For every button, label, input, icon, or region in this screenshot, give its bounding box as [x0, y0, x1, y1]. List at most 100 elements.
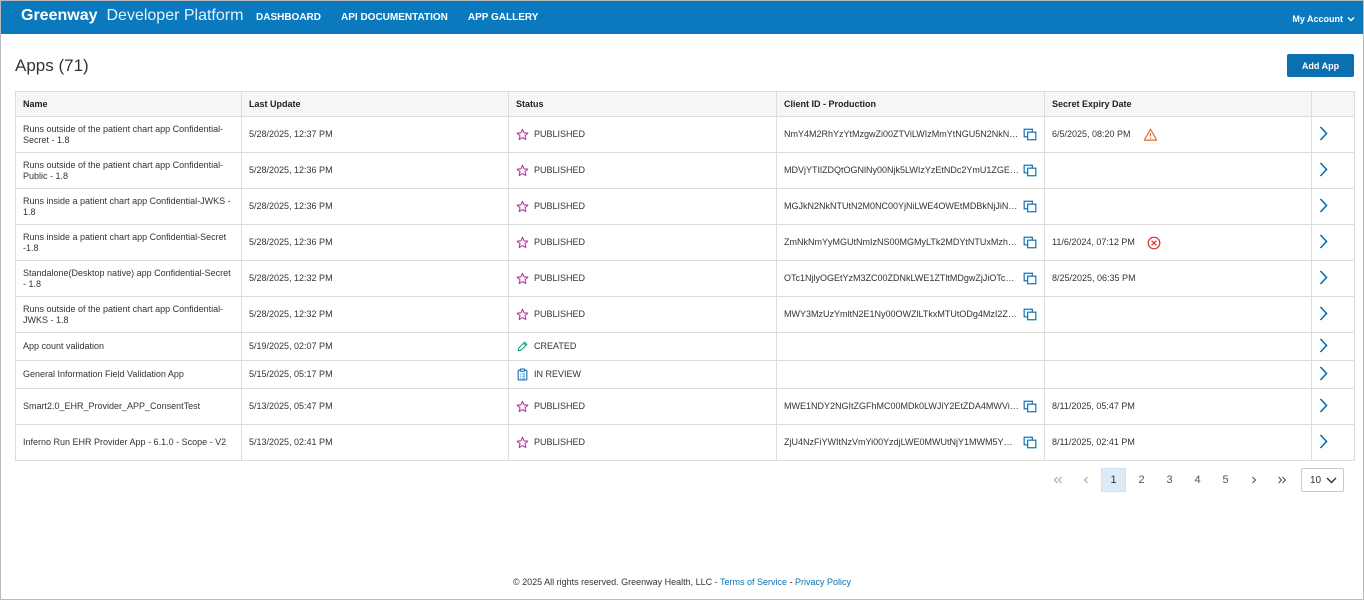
warning-icon	[1143, 128, 1158, 141]
last-update: 5/28/2025, 12:32 PM	[249, 273, 333, 283]
column-header-name[interactable]: Name	[15, 91, 242, 117]
chevron-right-icon[interactable]	[1319, 161, 1328, 177]
table-row[interactable]: Runs inside a patient chart app Confiden…	[15, 224, 1355, 261]
privacy-policy-link[interactable]: Privacy Policy	[795, 577, 851, 587]
star-icon	[516, 236, 529, 249]
chevron-right-icon	[1251, 476, 1256, 484]
table-row[interactable]: Smart2.0_EHR_Provider_APP_ConsentTest 5/…	[15, 388, 1355, 425]
star-icon	[516, 128, 529, 141]
app-name-cell: Smart2.0_EHR_Provider_APP_ConsentTest	[15, 388, 242, 425]
row-action-cell	[1311, 296, 1355, 333]
status-label: PUBLISHED	[534, 237, 586, 247]
client-id: MDVjYTIlZDQtOGNlNy00Njk5LWIzYzEtNDc2YmU1…	[784, 165, 1019, 175]
table-row[interactable]: Runs outside of the patient chart app Co…	[15, 152, 1355, 189]
page-size-value: 10	[1310, 474, 1322, 486]
chevron-right-icon[interactable]	[1319, 397, 1328, 413]
client-id: OTc1NjlyOGEtYzM3ZC00ZDNkLWE1ZTltMDgwZjJi…	[784, 273, 1019, 283]
chevron-right-icon[interactable]	[1319, 337, 1328, 353]
previous-page-button[interactable]	[1073, 468, 1098, 492]
app-name: General Information Field Validation App	[23, 369, 184, 379]
add-app-button[interactable]: Add App	[1287, 54, 1354, 77]
page-button-4[interactable]: 4	[1185, 468, 1210, 492]
page-size-select[interactable]: 10	[1301, 468, 1344, 492]
secret-expiry-date: 6/5/2025, 08:20 PM	[1052, 129, 1131, 139]
chevron-right-icon[interactable]	[1319, 365, 1328, 381]
copy-icon[interactable]	[1023, 236, 1037, 249]
nav-app-gallery[interactable]: APP GALLERY	[468, 12, 539, 23]
secret-expiry-cell	[1044, 152, 1312, 189]
table-row[interactable]: General Information Field Validation App…	[15, 360, 1355, 389]
table-row[interactable]: Runs outside of the patient chart app Co…	[15, 116, 1355, 153]
table-row[interactable]: App count validation 5/19/2025, 02:07 PM…	[15, 332, 1355, 361]
column-header-client-id[interactable]: Client ID - Production	[776, 91, 1045, 117]
star-icon	[516, 272, 529, 285]
my-account-menu[interactable]: My Account	[1292, 14, 1355, 24]
status-label: PUBLISHED	[534, 201, 586, 211]
copy-icon[interactable]	[1023, 436, 1037, 449]
chevron-right-icon[interactable]	[1319, 269, 1328, 285]
brand-logo[interactable]: Greenway Developer Platform	[21, 7, 243, 25]
page-button-2[interactable]: 2	[1129, 468, 1154, 492]
column-header-secret-expiry[interactable]: Secret Expiry Date	[1044, 91, 1312, 117]
last-page-button[interactable]	[1269, 468, 1294, 492]
chevron-right-icon[interactable]	[1319, 233, 1328, 249]
chevron-right-icon[interactable]	[1319, 433, 1328, 449]
last-update: 5/28/2025, 12:37 PM	[249, 129, 333, 139]
star-icon	[516, 164, 529, 177]
next-page-button[interactable]	[1241, 468, 1266, 492]
last-update: 5/13/2025, 02:41 PM	[249, 437, 333, 447]
app-name-cell: App count validation	[15, 332, 242, 361]
status-label: IN REVIEW	[534, 369, 582, 379]
secret-expiry-cell: 6/5/2025, 08:20 PM	[1044, 116, 1312, 153]
my-account-label: My Account	[1292, 14, 1343, 24]
secret-expiry-cell	[1044, 296, 1312, 333]
table-row[interactable]: Runs outside of the patient chart app Co…	[15, 296, 1355, 333]
status-cell: IN REVIEW	[508, 360, 777, 389]
footer-separator: -	[787, 577, 796, 587]
app-name: Runs outside of the patient chart app Co…	[23, 303, 224, 325]
column-header-actions	[1311, 91, 1355, 117]
chevron-right-icon[interactable]	[1319, 125, 1328, 141]
client-id-cell: OTc1NjlyOGEtYzM3ZC00ZDNkLWE1ZTltMDgwZjJi…	[776, 260, 1045, 297]
page-button-5[interactable]: 5	[1213, 468, 1238, 492]
last-update: 5/28/2025, 12:36 PM	[249, 201, 333, 211]
table-row[interactable]: Standalone(Desktop native) app Confident…	[15, 260, 1355, 297]
copy-icon[interactable]	[1023, 128, 1037, 141]
last-update-cell: 5/28/2025, 12:36 PM	[241, 188, 509, 225]
terms-of-service-link[interactable]: Terms of Service	[720, 577, 787, 587]
column-header-last-update[interactable]: Last Update	[241, 91, 509, 117]
last-update-cell: 5/15/2025, 05:17 PM	[241, 360, 509, 389]
table-row[interactable]: Runs inside a patient chart app Confiden…	[15, 188, 1355, 225]
last-update-cell: 5/28/2025, 12:32 PM	[241, 296, 509, 333]
double-chevron-right-icon	[1277, 476, 1286, 484]
client-id-cell: ZmNkNmYyMGUtNmIzNS00MGMyLTk2MDYtNTUxMzh…	[776, 224, 1045, 261]
row-action-cell	[1311, 188, 1355, 225]
copy-icon[interactable]	[1023, 400, 1037, 413]
clipboard-icon	[516, 368, 529, 381]
nav-dashboard[interactable]: DASHBOARD	[256, 12, 321, 23]
column-header-status[interactable]: Status	[508, 91, 777, 117]
copy-icon[interactable]	[1023, 164, 1037, 177]
chevron-right-icon[interactable]	[1319, 305, 1328, 321]
first-page-button[interactable]	[1045, 468, 1070, 492]
status-label: CREATED	[534, 341, 577, 351]
chevron-right-icon[interactable]	[1319, 197, 1328, 213]
copy-icon[interactable]	[1023, 200, 1037, 213]
copy-icon[interactable]	[1023, 308, 1037, 321]
app-name: Smart2.0_EHR_Provider_APP_ConsentTest	[23, 401, 201, 411]
status-cell: CREATED	[508, 332, 777, 361]
status-cell: PUBLISHED	[508, 188, 777, 225]
nav-api-documentation[interactable]: API DOCUMENTATION	[341, 12, 448, 23]
app-name-cell: Runs outside of the patient chart app Co…	[15, 116, 242, 153]
status-label: PUBLISHED	[534, 129, 586, 139]
last-update: 5/28/2025, 12:36 PM	[249, 237, 333, 247]
row-action-cell	[1311, 116, 1355, 153]
copy-icon[interactable]	[1023, 272, 1037, 285]
app-name-cell: Runs inside a patient chart app Confiden…	[15, 188, 242, 225]
page-button-1[interactable]: 1	[1101, 468, 1126, 492]
secret-expiry-cell	[1044, 188, 1312, 225]
status-label: PUBLISHED	[534, 273, 586, 283]
table-row[interactable]: Inferno Run EHR Provider App - 6.1.0 - S…	[15, 424, 1355, 461]
page-button-3[interactable]: 3	[1157, 468, 1182, 492]
client-id-cell: MGJkN2NkNTUtN2M0NC00YjNiLWE4OWEtMDBkNjJi…	[776, 188, 1045, 225]
